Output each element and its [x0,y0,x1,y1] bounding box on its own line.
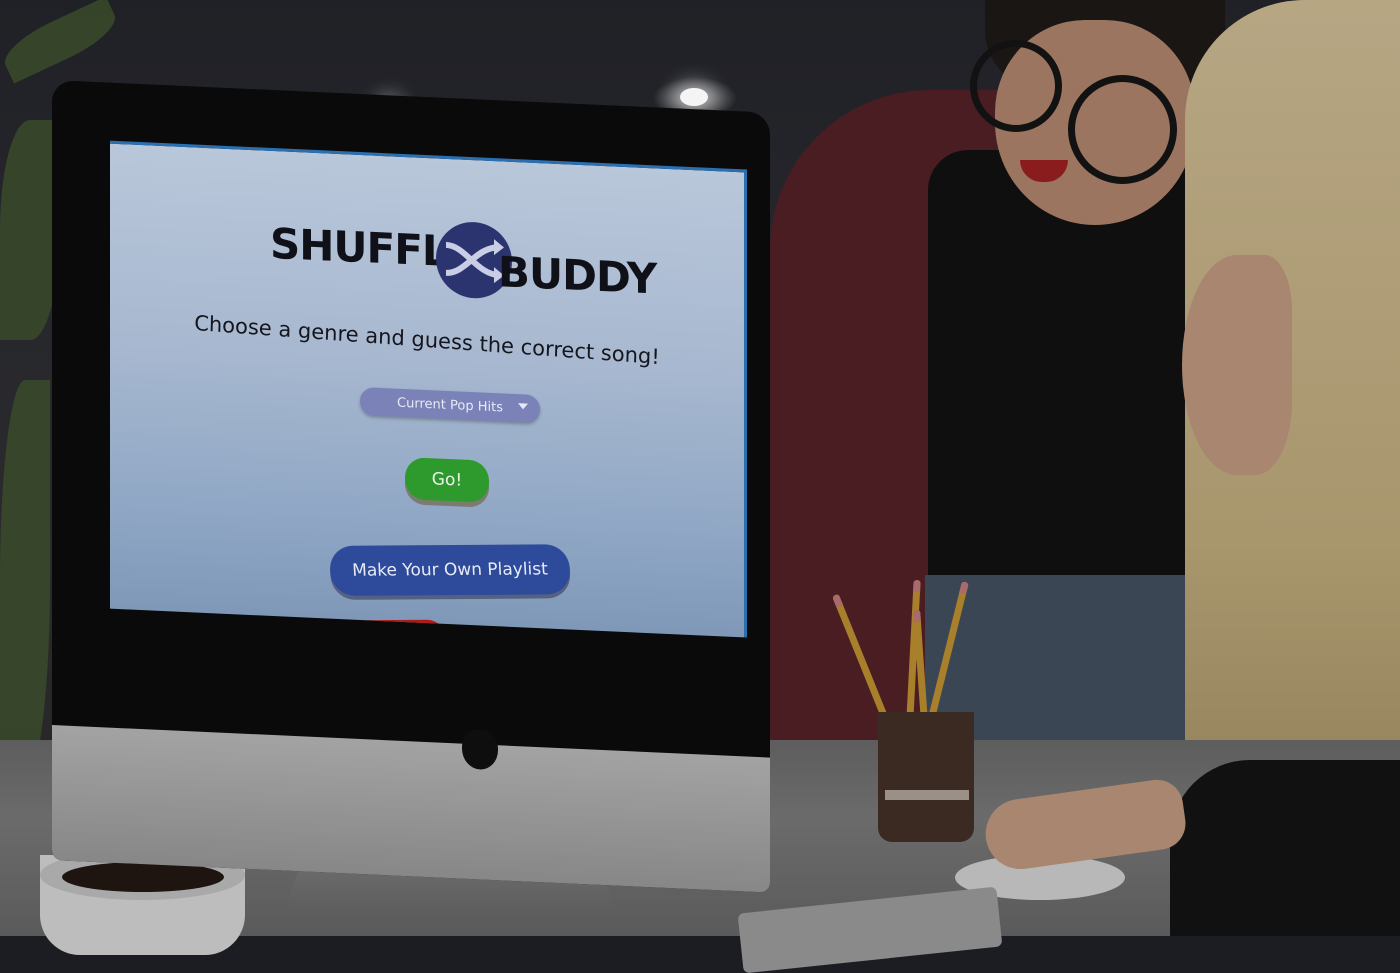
pencil-cup [878,712,974,842]
page-title: Choose a genre and guess the correct son… [193,310,661,370]
clear-score-button[interactable]: Clear Score [323,619,447,638]
make-playlist-button[interactable]: Make Your Own Playlist [328,544,572,596]
ceiling-light [680,88,708,106]
plant-leaf [0,380,50,780]
score-badge: Score: 2 / 2 [121,623,321,638]
genre-select-value: Current Pop Hits [397,395,503,415]
app-screen: SHUFFLE BUDDY Choose a genre and guess t… [110,140,747,638]
imac-monitor: SHUFFLE BUDDY Choose a genre and guess t… [52,80,770,893]
app-logo: SHUFFLE BUDDY [270,213,656,319]
glasses-icon [1068,75,1177,184]
glasses-icon [970,40,1062,132]
person-body [1170,760,1400,936]
genre-select[interactable]: Current Pop Hits [360,386,540,424]
pencil-cup-band [885,790,969,800]
go-button[interactable]: Go! [405,457,489,503]
logo-word-right: BUDDY [498,247,657,304]
chevron-down-icon [518,403,528,410]
person-face [1182,255,1292,475]
plant-leaf [0,120,60,340]
apple-logo-icon [462,728,498,771]
